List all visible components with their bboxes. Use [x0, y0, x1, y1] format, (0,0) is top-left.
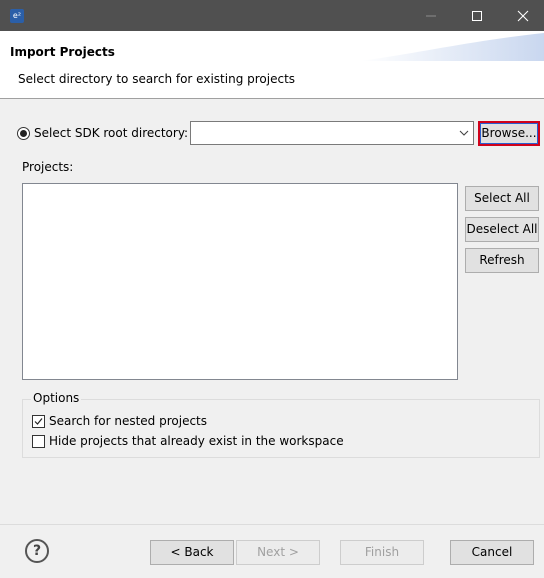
- sdk-root-path-combo[interactable]: [190, 121, 474, 145]
- radio-selected-icon[interactable]: [17, 126, 30, 140]
- hide-existing-checkbox[interactable]: [32, 434, 45, 448]
- title-bar: e²: [0, 0, 544, 31]
- search-nested-checkbox-row[interactable]: Search for nested projects: [32, 413, 207, 429]
- cancel-button[interactable]: Cancel: [450, 540, 534, 565]
- close-button[interactable]: [500, 0, 544, 31]
- chevron-down-icon[interactable]: [459, 129, 469, 137]
- page-title: Import Projects: [10, 45, 115, 59]
- footer-divider: [0, 524, 544, 525]
- back-button[interactable]: < Back: [150, 540, 234, 565]
- search-nested-label: Search for nested projects: [49, 414, 208, 428]
- finish-button[interactable]: Finish: [340, 540, 424, 565]
- options-legend: Options: [31, 391, 82, 405]
- close-icon: [517, 10, 529, 22]
- search-nested-checkbox[interactable]: [32, 414, 45, 428]
- refresh-button[interactable]: Refresh: [465, 248, 539, 273]
- page-description: Select directory to search for existing …: [18, 72, 296, 86]
- maximize-icon: [472, 11, 482, 21]
- projects-list[interactable]: [22, 183, 458, 380]
- next-button[interactable]: Next >: [236, 540, 320, 565]
- browse-button[interactable]: Browse...: [478, 121, 540, 146]
- deselect-all-button[interactable]: Deselect All: [465, 217, 539, 242]
- app-icon: e²: [10, 9, 24, 23]
- hide-existing-checkbox-row[interactable]: Hide projects that already exist in the …: [32, 433, 344, 449]
- sdk-root-radio-label: Select SDK root directory:: [34, 126, 189, 140]
- minimize-button[interactable]: [408, 0, 454, 31]
- wizard-header: Import Projects Select directory to sear…: [0, 31, 544, 99]
- select-all-button[interactable]: Select All: [465, 186, 539, 211]
- options-group: Options Search for nested projects Hide …: [22, 391, 540, 458]
- projects-label: Projects:: [22, 160, 74, 174]
- checkmark-icon: [34, 417, 43, 425]
- help-icon[interactable]: ?: [25, 539, 49, 563]
- minimize-icon: [426, 15, 436, 17]
- sdk-root-radio[interactable]: Select SDK root directory:: [17, 125, 188, 141]
- hide-existing-label: Hide projects that already exist in the …: [49, 434, 344, 448]
- banner-swoosh-graphic: [360, 33, 544, 61]
- maximize-button[interactable]: [454, 0, 500, 31]
